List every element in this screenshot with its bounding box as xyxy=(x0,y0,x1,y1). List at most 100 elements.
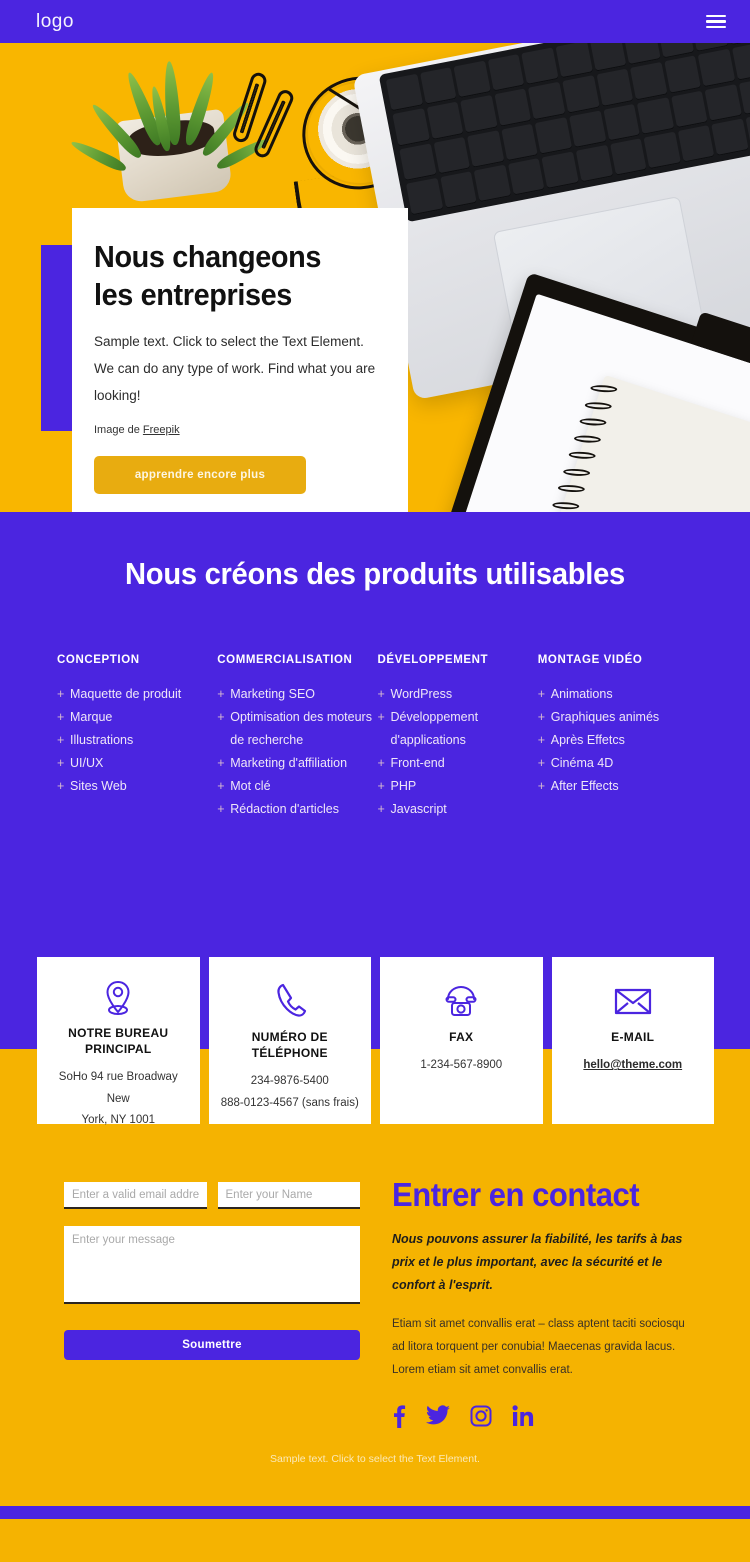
contact-inner: Soumettre Entrer en contact Nous pouvons… xyxy=(0,1176,750,1433)
service-list: + WordPress + Développement d'applications… xyxy=(378,683,538,822)
plus-icon: + xyxy=(217,802,225,817)
card-line: 234-9876-5400 xyxy=(250,1075,329,1088)
list-item[interactable]: + Rédaction d'articles xyxy=(217,798,377,821)
hero-subtitle: Sample text. Click to select the Text El… xyxy=(94,333,376,403)
list-item-label: Illustrations xyxy=(70,732,134,747)
hamburger-bar xyxy=(706,20,726,23)
card-text: SoHo 94 rue Broadway New York, NY 1001 xyxy=(47,1067,190,1131)
column-heading: CONCEPTION xyxy=(57,653,140,666)
plus-icon: + xyxy=(57,686,65,701)
list-item-label: Marque xyxy=(70,709,113,724)
list-item[interactable]: + Graphiques animés xyxy=(538,706,698,729)
envelope-icon xyxy=(613,979,653,1023)
plus-icon: + xyxy=(57,732,65,747)
list-item-label: Après Effetcs xyxy=(550,732,625,747)
plus-icon: + xyxy=(217,709,225,724)
freepik-link[interactable]: Freepik xyxy=(143,424,180,436)
submit-button[interactable]: Soumettre xyxy=(64,1330,360,1360)
list-item[interactable]: + Marketing d'affiliation xyxy=(217,752,377,775)
plus-icon: + xyxy=(537,756,546,771)
list-item-label: Graphiques animés xyxy=(550,709,660,724)
logo[interactable]: logo xyxy=(36,11,74,33)
list-item[interactable]: + Cinéma 4D xyxy=(538,752,698,775)
column-heading: DÉVELOPPEMENT xyxy=(377,653,489,666)
email-link[interactable]: hello@theme.com xyxy=(583,1059,682,1071)
footer-accent-bar xyxy=(0,1506,750,1519)
plus-icon: + xyxy=(377,802,385,817)
plus-icon: + xyxy=(217,779,225,794)
list-item[interactable]: + Développement d'applications xyxy=(378,706,538,752)
card-text: 1-234-567-8900 xyxy=(420,1055,502,1076)
learn-more-button[interactable]: apprendre encore plus xyxy=(94,455,306,494)
list-item[interactable]: + Après Effetcs xyxy=(538,729,698,752)
list-item-label: Optimisation des moteurs de recherche xyxy=(230,709,372,747)
list-item-label: Maquette de produit xyxy=(70,686,182,701)
site-header: logo xyxy=(0,0,750,43)
contact-body: Etiam sit amet convallis erat – class ap… xyxy=(392,1318,685,1377)
form-row xyxy=(64,1182,360,1209)
list-item[interactable]: + Animations xyxy=(538,683,698,706)
plus-icon: + xyxy=(537,732,546,747)
list-item-label: After Effects xyxy=(550,779,619,794)
list-item[interactable]: + Front-end xyxy=(378,752,538,775)
list-item-label: Rédaction d'articles xyxy=(230,802,339,817)
hamburger-menu-icon[interactable] xyxy=(706,14,726,29)
contact-text-block: Entrer en contact Nous pouvons assurer l… xyxy=(392,1176,690,1433)
services-column-montage-video: MONTAGE VIDÉO + Animations + Graphiques an… xyxy=(538,654,698,822)
list-item[interactable]: + Javascript xyxy=(378,798,538,821)
plus-icon: + xyxy=(377,686,385,701)
column-heading: COMMERCIALISATION xyxy=(217,653,353,666)
list-item[interactable]: + Optimisation des moteurs de recherche xyxy=(217,706,377,752)
email-field[interactable] xyxy=(64,1182,207,1209)
list-item[interactable]: + Maquette de produit xyxy=(57,683,217,706)
list-item[interactable]: + After Effects xyxy=(538,775,698,798)
plus-icon: + xyxy=(57,709,65,724)
list-item-label: UI/UX xyxy=(70,756,104,771)
hamburger-bar xyxy=(706,14,726,18)
message-field[interactable] xyxy=(64,1226,360,1304)
list-item-label: Cinéma 4D xyxy=(550,756,614,771)
hero-section: Nous changeons les entreprises Sample te… xyxy=(0,43,750,512)
page-root: logo Nous changeons les entreprises Samp… xyxy=(0,0,750,1562)
name-field[interactable] xyxy=(217,1182,360,1209)
plus-icon: + xyxy=(217,756,225,771)
list-item[interactable]: + Marque xyxy=(57,706,217,729)
list-item-label: Animations xyxy=(550,686,613,701)
services-title: Nous créons des produits utilisables xyxy=(125,556,625,591)
list-item-label: Sites Web xyxy=(70,779,127,794)
contact-lead: Nous pouvons assurer la fiabilité, les t… xyxy=(392,1232,683,1293)
location-pin-icon xyxy=(101,979,135,1019)
list-item[interactable]: + WordPress xyxy=(378,683,538,706)
hero-image-credit: Image de Freepik xyxy=(94,424,382,436)
column-heading: MONTAGE VIDÉO xyxy=(537,653,643,666)
contact-card-fax: FAX 1-234-567-8900 xyxy=(380,957,543,1124)
plus-icon: + xyxy=(57,756,65,771)
contact-cards: NOTRE BUREAU PRINCIPAL SoHo 94 rue Broad… xyxy=(37,957,714,1126)
list-item[interactable]: + Sites Web xyxy=(57,775,217,798)
list-item[interactable]: + Illustrations xyxy=(57,729,217,752)
list-item-label: Marketing d'affiliation xyxy=(230,756,348,771)
card-line: York, NY 1001 xyxy=(81,1113,156,1126)
card-line: SoHo 94 rue Broadway New xyxy=(58,1071,178,1105)
laptop-keyboard xyxy=(378,43,750,223)
list-item-label: PHP xyxy=(390,779,417,794)
card-title: E-MAIL xyxy=(611,1030,655,1044)
list-item[interactable]: + PHP xyxy=(378,775,538,798)
hero-accent-block xyxy=(41,245,73,431)
services-column-commercialisation: COMMERCIALISATION + Marketing SEO + Optimi… xyxy=(217,654,377,822)
list-item-label: Front-end xyxy=(390,756,445,771)
service-list: + Marketing SEO + Optimisation des moteurs… xyxy=(217,683,377,822)
contact-title: Entrer en contact xyxy=(392,1176,640,1213)
list-item[interactable]: + UI/UX xyxy=(57,752,217,775)
card-line: 1-234-567-8900 xyxy=(420,1059,503,1072)
credit-prefix: Image de xyxy=(94,423,143,436)
card-text: hello@theme.com xyxy=(583,1055,682,1076)
list-item[interactable]: + Marketing SEO xyxy=(217,683,377,706)
contact-form: Soumettre xyxy=(64,1182,360,1433)
plus-icon: + xyxy=(377,709,385,724)
list-item-label: Marketing SEO xyxy=(230,686,316,701)
card-text: 234-9876-5400 888-0123-4567 (sans frais) xyxy=(221,1071,359,1114)
list-item[interactable]: + Mot clé xyxy=(217,775,377,798)
services-column-conception: CONCEPTION + Maquette de produit + Marque … xyxy=(57,654,217,822)
plus-icon: + xyxy=(537,686,546,701)
